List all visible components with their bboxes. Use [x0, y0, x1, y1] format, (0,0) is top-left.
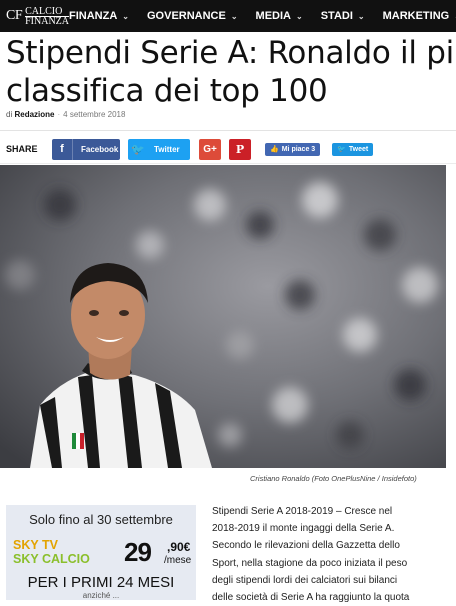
byline-prefix: di — [6, 110, 13, 119]
twitter-share-label: Twitter — [154, 144, 180, 154]
pinterest-share-button[interactable]: P — [229, 138, 251, 160]
nav-item-finanza[interactable]: FINANZA ⌄ — [69, 10, 129, 22]
ad-brand-sky-tv: SKY TV — [13, 538, 58, 552]
divider — [0, 163, 456, 164]
logo-word-1: CALCIO — [25, 5, 63, 17]
ad-headline: Solo fino al 30 settembre — [29, 512, 173, 527]
body-line: Stipendi Serie A 2018-2019 – Cresce nel — [212, 506, 393, 517]
nav-item-stadi[interactable]: STADI ⌄ — [321, 10, 365, 22]
ad-price-cents: ,90€ — [167, 540, 191, 554]
nav-item-marketing[interactable]: MARKETING⌄ — [383, 10, 456, 22]
chevron-down-icon: ⌄ — [122, 11, 129, 21]
ad-price: 29 — [124, 537, 152, 567]
top-navbar: CF CALCIO FINANZA FINANZA ⌄ GOVERNANCE ⌄ M… — [0, 0, 456, 32]
tweet-button[interactable]: 🐦 Tweet — [332, 142, 374, 156]
body-line: 2018-2019 il monte ingaggi della Serie A… — [212, 523, 395, 535]
share-label: SHARE — [6, 144, 38, 154]
nav-label: STADI — [320, 10, 353, 22]
facebook-icon: f — [52, 138, 73, 160]
site-logo[interactable]: CF CALCIO FINANZA — [0, 0, 70, 32]
twitter-bird-icon: 🐦 — [131, 143, 145, 156]
nav-label: FINANZA — [69, 10, 118, 22]
article-title: Stipendi Serie A: Ronaldo il più p class… — [6, 34, 456, 110]
body-line: Secondo le rilevazioni della Gazzetta de… — [212, 540, 400, 552]
ad-brand-sky-calcio: SKY CALCIO — [13, 552, 90, 566]
nav-label: GOVERNANCE — [147, 10, 226, 22]
ad-duration: PER I PRIMI 24 MESI — [27, 574, 175, 591]
chevron-down-icon: ⌄ — [357, 11, 365, 21]
byline: di Redazione · 4 settembre 2018 — [6, 110, 125, 119]
article-hero-image — [0, 165, 446, 468]
ad-price-period: /mese — [164, 555, 192, 566]
nav-label: MEDIA — [255, 10, 291, 22]
share-bar: SHARE f Facebook 🐦 Twitter G+ P 👍 Mi pia… — [6, 138, 456, 160]
chevron-down-icon: ⌄ — [296, 11, 303, 21]
tweet-label: Tweet — [348, 145, 369, 153]
facebook-share-label: Facebook — [81, 144, 119, 154]
author-link[interactable]: Redazione — [14, 110, 54, 119]
twitter-bird-icon: 🐦 — [337, 146, 346, 153]
logo-mark: CF — [6, 8, 23, 23]
nav-item-governance[interactable]: GOVERNANCE ⌄ — [147, 10, 238, 22]
nav-item-media[interactable]: MEDIA ⌄ — [256, 10, 303, 22]
body-line: degli stipendi lordi dei calciatori sui … — [212, 574, 398, 586]
facebook-like-button[interactable]: 👍 Mi piace 3 — [265, 142, 321, 156]
twitter-share-button[interactable]: 🐦 Twitter — [128, 138, 190, 160]
article-title-line-2: classifica dei top 100 — [6, 73, 328, 109]
like-label: Mi piace 3 — [281, 145, 316, 153]
facebook-share-button[interactable]: f Facebook — [52, 138, 120, 160]
logo-word-2: FINANZA — [25, 15, 70, 27]
pinterest-icon: P — [235, 142, 245, 156]
separator-dot: · — [57, 110, 61, 119]
nav-label: MARKETING — [382, 10, 450, 22]
googleplus-icon: G+ — [203, 143, 217, 155]
article-body: Stipendi Serie A 2018-2019 – Cresce nel … — [212, 503, 444, 606]
googleplus-share-button[interactable]: G+ — [199, 138, 221, 160]
body-line: delle società di Serie A ha raggiunto la… — [212, 592, 410, 604]
article-title-line-1: Stipendi Serie A: Ronaldo il più p — [6, 35, 456, 71]
chevron-down-icon: ⌄ — [230, 11, 238, 21]
ad-fineprint: anziché ... — [82, 591, 120, 600]
divider — [0, 130, 456, 131]
player-photo-illustration — [0, 165, 446, 468]
publish-date: 4 settembre 2018 — [63, 110, 126, 119]
logo-wordmark: CALCIO FINANZA — [25, 5, 70, 27]
sky-advertisement[interactable]: Solo fino al 30 settembre SKY TV SKY CAL… — [6, 505, 196, 600]
image-caption: Cristiano Ronaldo (Foto OnePlusNine / In… — [250, 474, 417, 483]
body-line: Sport, nella stagione da poco iniziata i… — [212, 557, 408, 569]
main-menu: FINANZA ⌄ GOVERNANCE ⌄ MEDIA ⌄ STADI ⌄ MARKE… — [69, 0, 456, 32]
thumbs-up-icon: 👍 — [270, 146, 279, 153]
